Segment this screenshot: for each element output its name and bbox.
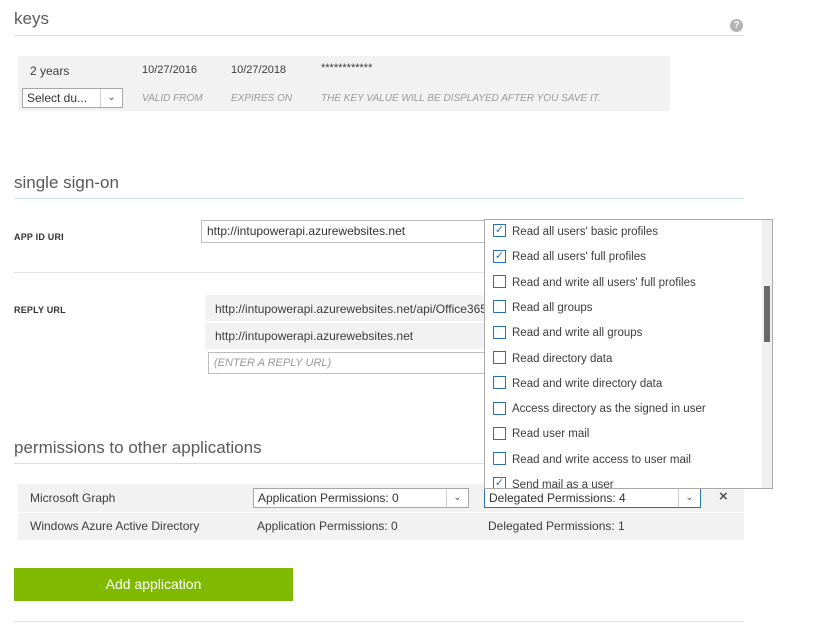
keys-section-title: keys (14, 9, 49, 28)
delegated-permissions-dropdown[interactable]: ✓ Read all users' basic profiles ✓ Read all… (484, 219, 773, 489)
checkbox-icon[interactable] (493, 300, 506, 314)
reply-url-1: http://intupowerapi.azurewebsites.net/ap… (215, 302, 487, 316)
checkbox-checked-icon[interactable]: ✓ (493, 224, 506, 238)
permission-option[interactable]: Read and write directory data (493, 374, 662, 394)
key-duration: 2 years (30, 64, 70, 78)
permission-option[interactable]: Read and write all groups (493, 323, 642, 343)
permissions-divider (14, 463, 492, 464)
reply-url-2: http://intupowerapi.azurewebsites.net (215, 329, 414, 343)
key-expires-on: 10/27/2018 (231, 64, 287, 76)
permission-option-label: Read and write access to user mail (512, 453, 691, 466)
application-permissions-select[interactable]: Application Permissions: 0 ⌄ (253, 488, 469, 508)
permission-option-label: Read directory data (512, 352, 613, 365)
permission-option-label: Read and write all groups (512, 327, 643, 340)
close-icon[interactable]: × (719, 488, 728, 505)
permission-app-name: Microsoft Graph (30, 491, 116, 505)
bottom-divider (14, 621, 744, 622)
chevron-down-icon: ⌄ (678, 489, 700, 507)
help-icon[interactable]: ? (730, 19, 743, 32)
checkbox-icon[interactable] (493, 376, 506, 390)
application-permissions-value: Application Permissions: 0 (258, 491, 399, 505)
permission-option-label: Access directory as the signed in user (512, 403, 706, 416)
permission-option-label: Read all users' full profiles (512, 251, 646, 264)
permissions-section-title: permissions to other applications (14, 438, 262, 457)
permission-option-label: Read and write all users' full profiles (512, 276, 696, 289)
permission-option-label: Read all groups (512, 301, 593, 314)
checkbox-icon[interactable] (493, 275, 506, 289)
add-application-button[interactable]: Add application (14, 568, 293, 601)
checkbox-icon[interactable] (493, 350, 506, 364)
permission-option[interactable]: Read and write all users' full profiles (493, 273, 696, 293)
permission-option[interactable]: Read all groups (493, 298, 593, 318)
delegated-permissions-value: Delegated Permissions: 4 (489, 491, 626, 505)
chevron-down-icon: ⌄ (100, 89, 122, 107)
permission-option[interactable]: ✓ Send mail as a user (493, 475, 614, 489)
reply-url-label: REPLY URL (14, 305, 66, 315)
key-duration-select-value: Select du... (27, 91, 88, 105)
sso-row-divider (14, 272, 492, 273)
permission-option[interactable]: Access directory as the signed in user (493, 399, 706, 419)
delegated-permissions-value: Delegated Permissions: 1 (488, 519, 625, 533)
sso-section-title: single sign-on (14, 173, 119, 192)
permission-option[interactable]: ✓ Read all users' full profiles (493, 247, 646, 267)
permission-option-label: Send mail as a user (512, 479, 614, 489)
permission-option-label: Read user mail (512, 428, 590, 441)
key-duration-select[interactable]: Select du... ⌄ (22, 88, 123, 108)
dropdown-scrollbar[interactable] (762, 220, 772, 488)
keys-divider (14, 35, 744, 36)
permission-option[interactable]: Read user mail (493, 424, 589, 444)
checkbox-checked-icon[interactable]: ✓ (493, 249, 506, 263)
permission-option[interactable]: ✓ Read all users' basic profiles (493, 222, 658, 242)
permission-option-label: Read all users' basic profiles (512, 226, 659, 238)
valid-from-hint: VALID FROM (142, 93, 203, 104)
permission-option-label: Read and write directory data (512, 377, 663, 390)
app-id-uri-input[interactable]: http://intupowerapi.azurewebsites.net (201, 220, 491, 243)
key-value: ************ (321, 62, 373, 74)
permission-app-name: Windows Azure Active Directory (30, 519, 200, 533)
key-valid-from: 10/27/2016 (142, 64, 198, 76)
checkbox-icon[interactable] (493, 452, 506, 466)
expires-on-hint: EXPIRES ON (231, 93, 293, 104)
checkbox-icon[interactable] (493, 325, 506, 339)
sso-divider (14, 198, 744, 199)
app-id-uri-label: APP ID URI (14, 232, 64, 242)
delegated-permissions-select[interactable]: Delegated Permissions: 4 ⌄ (484, 488, 701, 508)
checkbox-icon[interactable] (493, 401, 506, 415)
checkbox-checked-icon[interactable]: ✓ (493, 477, 506, 488)
reply-url-input[interactable]: (ENTER A REPLY URL) (208, 352, 491, 374)
key-value-hint: THE KEY VALUE WILL BE DISPLAYED AFTER YO… (321, 93, 601, 104)
application-permissions-value: Application Permissions: 0 (257, 519, 398, 533)
dropdown-scrollbar-thumb[interactable] (764, 286, 770, 342)
permission-option[interactable]: Read and write access to user mail (493, 450, 691, 470)
chevron-down-icon: ⌄ (446, 489, 468, 507)
checkbox-icon[interactable] (493, 426, 506, 440)
permission-option[interactable]: Read directory data (493, 349, 612, 369)
